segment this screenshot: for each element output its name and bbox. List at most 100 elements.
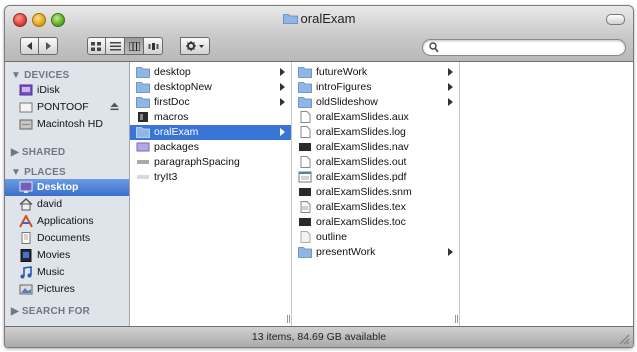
- sidebar-heading-search-for[interactable]: ▶ SEARCH FOR: [11, 306, 90, 317]
- nav-buttons: [20, 37, 58, 57]
- sidebar-item-label: Music: [37, 266, 65, 278]
- list-item[interactable]: tryIt3: [130, 170, 291, 185]
- sidebar-item-label: PONTOOF: [37, 101, 89, 113]
- sidebar-item-movies[interactable]: Movies: [5, 247, 129, 264]
- coverflow-view-icon: [148, 42, 158, 50]
- applications-icon: [19, 215, 33, 228]
- coverflow-view-button[interactable]: [144, 37, 163, 55]
- folder-icon: [298, 82, 312, 93]
- sidebar-item-music[interactable]: Music: [5, 264, 129, 281]
- sidebar-item-idisk[interactable]: iDisk: [5, 82, 129, 99]
- item-label: firstDoc: [154, 96, 190, 108]
- list-item[interactable]: oldSlideshow: [292, 95, 459, 110]
- sidebar-heading-shared[interactable]: ▶ SHARED: [11, 147, 65, 158]
- list-item[interactable]: oralExamSlides.snm: [292, 185, 459, 200]
- forward-button[interactable]: [39, 37, 58, 55]
- item-label: oralExamSlides.nav: [316, 141, 409, 153]
- documents-icon: [21, 232, 31, 244]
- list-item-selected[interactable]: oralExam: [130, 125, 291, 140]
- browser-column-3: [460, 62, 633, 326]
- toolbar-toggle-button[interactable]: [606, 14, 625, 25]
- sidebar-item-label: iDisk: [37, 84, 60, 96]
- sidebar-item-label: Movies: [37, 249, 71, 261]
- view-buttons: [87, 37, 163, 57]
- list-view-button[interactable]: [106, 37, 125, 55]
- list-item[interactable]: oralExamSlides.pdf: [292, 170, 459, 185]
- window-title-group: oralExam: [5, 11, 633, 26]
- browser-column-1: desktop desktopNew firstDoc macros oralE…: [130, 62, 292, 326]
- disclosure-arrow-icon: [280, 98, 285, 106]
- folder-icon: [298, 97, 312, 108]
- list-item[interactable]: desktopNew: [130, 80, 291, 95]
- list-item[interactable]: oralExamSlides.nav: [292, 140, 459, 155]
- list-item[interactable]: desktop: [130, 65, 291, 80]
- item-label: desktopNew: [154, 81, 212, 93]
- item-label: presentWork: [316, 246, 376, 258]
- sidebar-item-macintosh-hd[interactable]: Macintosh HD: [5, 116, 129, 133]
- item-label: outline: [316, 231, 347, 243]
- sidebar-item-label: Documents: [37, 232, 91, 244]
- sidebar-item-label: david: [37, 198, 63, 210]
- folder-icon: [136, 67, 150, 78]
- list-item[interactable]: oralExamSlides.toc: [292, 215, 459, 230]
- list-item[interactable]: oralExamSlides.aux: [292, 110, 459, 125]
- disclosure-arrow-icon: [448, 98, 453, 106]
- file-gray-icon: [137, 160, 149, 164]
- folder-icon: [298, 247, 312, 258]
- action-menu-button[interactable]: [180, 37, 210, 55]
- gear-icon: [186, 41, 204, 51]
- sidebar-item-david[interactable]: david: [5, 196, 129, 213]
- disclosure-arrow-icon: [448, 248, 453, 256]
- sidebar-item-label: Pictures: [37, 283, 75, 295]
- list-item[interactable]: oralExamSlides.tex: [292, 200, 459, 215]
- list-item[interactable]: paragraphSpacing: [130, 155, 291, 170]
- item-label: desktop: [154, 66, 191, 78]
- item-label: packages: [154, 141, 199, 153]
- file-black-icon: [299, 188, 311, 196]
- sidebar-item-pontoof[interactable]: PONTOOF: [5, 99, 129, 116]
- sidebar-heading-places[interactable]: ▼ PLACES: [11, 167, 66, 178]
- search-input[interactable]: [445, 41, 619, 56]
- finder-window: oralExam ▼ DEVICES iDisk PONTOOF Macinto…: [4, 5, 634, 348]
- disclosure-arrow-icon: [280, 83, 285, 91]
- forward-arrow-icon: [46, 42, 51, 50]
- column-view-button[interactable]: [125, 37, 144, 55]
- list-item[interactable]: presentWork: [292, 245, 459, 260]
- back-button[interactable]: [20, 37, 39, 55]
- resize-grip-icon[interactable]: [619, 334, 630, 345]
- document-icon: [300, 231, 311, 243]
- item-label: oralExam: [154, 126, 199, 138]
- sidebar-item-pictures[interactable]: Pictures: [5, 281, 129, 298]
- eject-icon[interactable]: [110, 102, 119, 111]
- disclosure-arrow-icon: [448, 83, 453, 91]
- item-label: oralExamSlides.tex: [316, 201, 406, 213]
- list-item[interactable]: packages: [130, 140, 291, 155]
- icon-view-button[interactable]: [87, 37, 106, 55]
- folder-icon: [136, 127, 150, 138]
- list-item[interactable]: outline: [292, 230, 459, 245]
- list-item[interactable]: firstDoc: [130, 95, 291, 110]
- sidebar-item-label: Applications: [37, 215, 94, 227]
- folder-icon: [282, 14, 298, 24]
- item-label: oralExamSlides.aux: [316, 111, 409, 123]
- idisk-icon: [19, 84, 33, 96]
- search-field[interactable]: [422, 39, 626, 56]
- item-label: futureWork: [316, 66, 368, 78]
- item-label: tryIt3: [154, 171, 178, 183]
- sidebar-item-desktop[interactable]: Desktop: [5, 179, 129, 196]
- list-item[interactable]: oralExamSlides.out: [292, 155, 459, 170]
- sidebar-heading-devices[interactable]: ▼ DEVICES: [11, 70, 69, 81]
- item-label: oralExamSlides.pdf: [316, 171, 407, 183]
- item-label: paragraphSpacing: [154, 156, 240, 168]
- list-item[interactable]: oralExamSlides.log: [292, 125, 459, 140]
- item-label: oralExamSlides.out: [316, 156, 407, 168]
- list-item[interactable]: introFigures: [292, 80, 459, 95]
- list-item[interactable]: macros: [130, 110, 291, 125]
- column-resize-handle[interactable]: [455, 315, 458, 323]
- sidebar-item-documents[interactable]: Documents: [5, 230, 129, 247]
- list-item[interactable]: futureWork: [292, 65, 459, 80]
- column-view-icon: [128, 41, 140, 51]
- column-resize-handle[interactable]: [287, 315, 290, 323]
- sidebar-item-applications[interactable]: Applications: [5, 213, 129, 230]
- pdf-icon: [298, 171, 312, 183]
